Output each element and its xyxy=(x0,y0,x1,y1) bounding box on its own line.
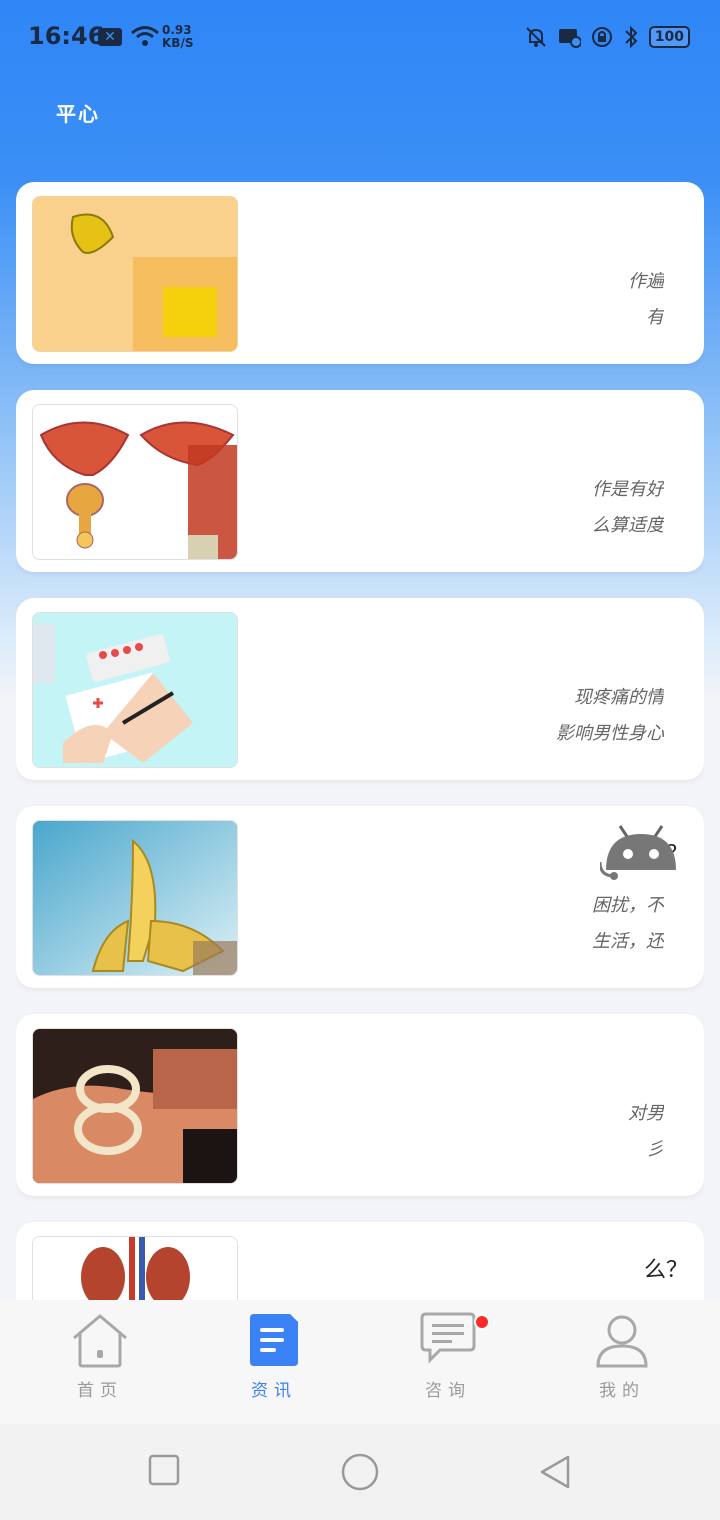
tab-profile-label: 我的 xyxy=(599,1381,645,1401)
tab-consult[interactable]: 咨询 xyxy=(388,1310,508,1410)
article-summary-line2: 生活，还 xyxy=(592,931,664,952)
article-summary: 对男 彡 xyxy=(268,1096,664,1168)
home-button[interactable] xyxy=(340,1452,380,1492)
tab-consult-label: 咨询 xyxy=(425,1381,471,1401)
article-summary-line1: 现疼痛的情 xyxy=(574,687,664,708)
article-summary-line2: 影响男性身心 xyxy=(556,723,664,744)
vpn-lock-icon xyxy=(591,27,612,47)
battery-indicator: 100 xyxy=(648,26,690,48)
article-thumbnail-lemon xyxy=(32,196,238,352)
sms-blocked-icon xyxy=(558,29,581,48)
unread-badge xyxy=(474,1314,490,1330)
network-speed-unit: KB/S xyxy=(162,36,194,50)
article-thumbnail-pills xyxy=(32,612,238,768)
article-thumbnail-banana xyxy=(32,820,238,976)
home-icon xyxy=(73,1314,127,1368)
system-navigation-bar xyxy=(0,1424,720,1520)
article-thumbnail-prostate xyxy=(32,404,238,560)
bluetooth-icon xyxy=(625,25,638,49)
article-thumbnail-kidneys xyxy=(32,1236,238,1300)
article-card[interactable]: 么？ xyxy=(16,1222,704,1300)
article-card[interactable]: 作是有好 么算适度 xyxy=(16,390,704,572)
article-card[interactable]: 对男 彡 xyxy=(16,1014,704,1196)
article-summary-line2: 彡 xyxy=(646,1139,664,1160)
article-card[interactable]: 作遍 有 xyxy=(16,182,704,364)
article-thumbnail-condom xyxy=(32,1028,238,1184)
article-summary: 困扰，不 生活，还 xyxy=(268,888,664,960)
tab-news[interactable]: 资讯 xyxy=(214,1310,334,1410)
article-summary-line1: 作是有好 xyxy=(592,479,664,500)
article-summary: 作是有好 么算适度 xyxy=(268,472,664,544)
article-card[interactable]: 现疼痛的情 影响男性身心 xyxy=(16,598,704,780)
article-list[interactable]: 作遍 有 作是有好 么算适度 现疼痛的情 影响男性身心 困扰，不 生活，还 对男… xyxy=(16,182,704,1300)
tab-home-label: 首页 xyxy=(77,1381,123,1401)
user-profile-icon xyxy=(596,1315,648,1368)
android-robot-icon[interactable] xyxy=(600,822,682,882)
wifi-icon xyxy=(131,26,159,46)
status-bar: 16:46 ✕ 0.93 KB/S 100 xyxy=(0,0,720,76)
news-document-icon xyxy=(250,1314,298,1366)
status-time: 16:46 xyxy=(28,22,105,50)
recent-apps-button[interactable] xyxy=(148,1454,180,1486)
article-summary-line1: 对男 xyxy=(628,1103,664,1124)
chat-bubble-icon xyxy=(420,1312,476,1364)
notification-x-icon: ✕ xyxy=(98,28,122,46)
page-title: 平心 xyxy=(56,102,100,126)
article-summary: 作遍 有 xyxy=(268,264,664,336)
article-summary: 现疼痛的情 影响男性身心 xyxy=(268,680,664,752)
article-summary-line2: 有 xyxy=(646,307,664,328)
tab-profile[interactable]: 我的 xyxy=(562,1310,682,1410)
network-speed: 0.93 KB/S xyxy=(162,24,193,50)
article-summary-line1: 作遍 xyxy=(628,271,664,292)
tab-home[interactable]: 首页 xyxy=(40,1310,160,1410)
mute-bell-icon xyxy=(526,27,546,47)
article-summary-line2: 么算适度 xyxy=(592,515,664,536)
tab-news-label: 资讯 xyxy=(251,1381,297,1401)
article-summary-line1: 困扰，不 xyxy=(592,895,664,916)
back-button[interactable] xyxy=(538,1454,574,1490)
article-title: 么？ xyxy=(643,1258,688,1283)
bottom-tab-bar: 首页 资讯 咨询 我的 xyxy=(0,1300,720,1424)
